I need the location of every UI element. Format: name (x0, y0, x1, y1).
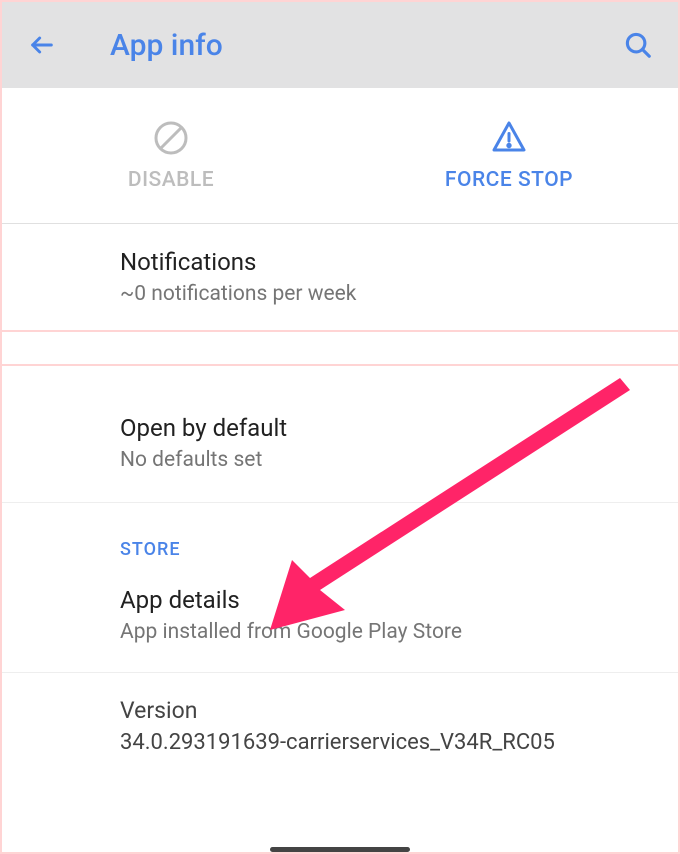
version-title: Version (120, 697, 650, 724)
back-button[interactable] (22, 25, 62, 65)
notifications-title: Notifications (120, 248, 650, 276)
disable-button[interactable]: DISABLE (2, 88, 340, 223)
open-by-default-title: Open by default (120, 414, 650, 442)
app-details-item[interactable]: App details App installed from Google Pl… (2, 568, 678, 672)
search-button[interactable] (618, 25, 658, 65)
force-stop-label: FORCE STOP (445, 168, 573, 192)
navigation-handle[interactable] (270, 847, 410, 852)
notifications-item[interactable]: Notifications ~0 notifications per week (2, 224, 678, 330)
open-by-default-subtitle: No defaults set (120, 448, 650, 472)
store-section-header: STORE (2, 503, 678, 568)
warning-icon (491, 120, 527, 156)
action-row: DISABLE FORCE STOP (2, 88, 678, 224)
notifications-subtitle: ~0 notifications per week (120, 282, 650, 306)
app-details-title: App details (120, 586, 650, 614)
disable-label: DISABLE (128, 168, 214, 192)
page-title: App info (110, 28, 223, 63)
app-bar: App info (2, 2, 678, 88)
open-by-default-item[interactable]: Open by default No defaults set (2, 366, 678, 503)
force-stop-button[interactable]: FORCE STOP (340, 88, 678, 223)
search-icon (623, 30, 653, 60)
app-details-subtitle: App installed from Google Play Store (120, 620, 650, 644)
version-item: Version 34.0.293191639-carrierservices_V… (2, 672, 678, 779)
section-gap (2, 330, 678, 366)
back-arrow-icon (28, 31, 56, 59)
version-value: 34.0.293191639-carrierservices_V34R_RC05 (120, 730, 650, 755)
disable-icon (153, 120, 189, 156)
